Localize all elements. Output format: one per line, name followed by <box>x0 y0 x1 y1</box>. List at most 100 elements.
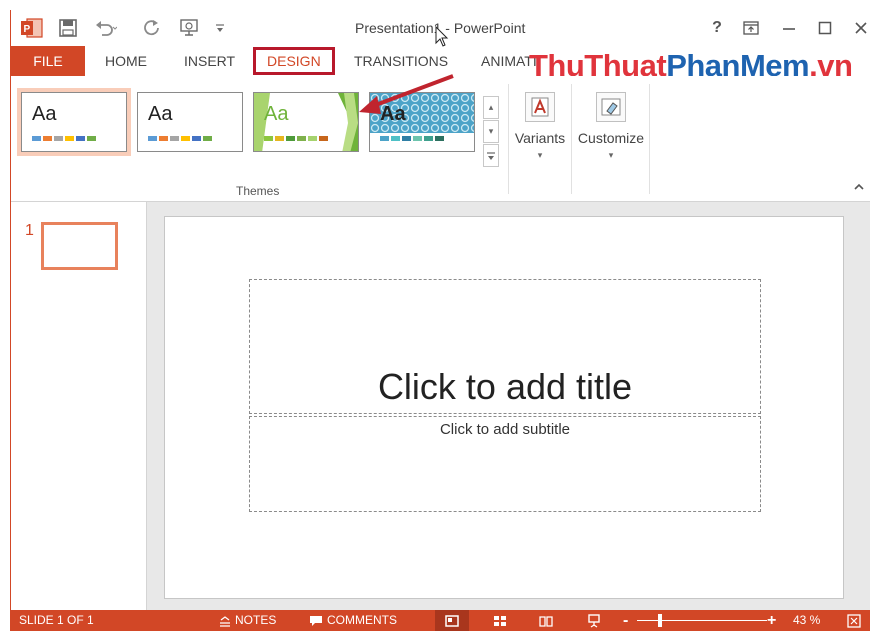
slideshow-view-icon <box>588 613 600 628</box>
more-icon <box>487 151 495 160</box>
close-icon <box>855 22 867 34</box>
mouse-cursor-icon <box>435 26 449 47</box>
theme-color-swatch <box>297 136 306 141</box>
ribbon-separator <box>571 84 572 194</box>
theme-color-swatch <box>319 136 328 141</box>
slide-thumbnail-pane: 1 <box>11 202 147 610</box>
zoom-level[interactable]: 43 % <box>793 610 820 631</box>
zoom-slider-thumb[interactable] <box>658 614 662 627</box>
status-bar: SLIDE 1 OF 1 NOTES COMMENTS - + 43 % <box>11 610 870 631</box>
maximize-button[interactable] <box>813 16 837 40</box>
qat-dropdown-icon <box>216 24 224 32</box>
variants-icon <box>525 92 555 122</box>
work-area: 1 Click to add title Click to add subtit… <box>11 202 870 610</box>
theme-color-swatch <box>308 136 317 141</box>
comments-icon <box>310 615 322 626</box>
maximize-icon <box>818 21 832 35</box>
customize-button[interactable]: Customize ▾ <box>574 86 648 161</box>
save-icon <box>59 19 77 37</box>
reading-view-icon <box>539 615 553 627</box>
title-placeholder[interactable]: Click to add title <box>249 279 761 414</box>
ribbon-display-icon <box>743 21 759 35</box>
subtitle-placeholder[interactable]: Click to add subtitle <box>249 416 761 512</box>
start-slideshow-button[interactable] <box>179 16 201 40</box>
annotation-arrow-icon <box>359 74 454 114</box>
theme-color-swatch <box>54 136 63 141</box>
theme-color-swatch <box>170 136 179 141</box>
tab-home[interactable]: HOME <box>105 46 147 76</box>
slideshow-view-button[interactable] <box>577 610 611 631</box>
slide-number: 1 <box>25 222 34 239</box>
theme-color-swatch <box>148 136 157 141</box>
save-button[interactable] <box>59 16 77 40</box>
theme-office-2[interactable]: Aa <box>137 92 243 152</box>
reading-view-button[interactable] <box>529 610 563 631</box>
theme-preview-text: Aa <box>148 103 173 125</box>
ribbon-separator <box>508 84 509 194</box>
title-placeholder-text: Click to add title <box>377 366 633 407</box>
theme-preview-text: Aa <box>264 103 289 125</box>
customize-icon <box>596 92 626 122</box>
theme-color-swatch <box>264 136 273 141</box>
minimize-icon <box>783 28 795 30</box>
slide-canvas[interactable]: Click to add title Click to add subtitle <box>164 216 844 599</box>
zoom-out-button[interactable]: - <box>623 610 628 631</box>
gallery-scroll-up-button[interactable]: ▴ <box>483 96 499 119</box>
theme-color-strip <box>148 136 212 141</box>
customize-label: Customize <box>577 130 645 146</box>
theme-color-strip <box>264 136 328 141</box>
slide-sorter-button[interactable] <box>483 610 517 631</box>
comments-label: COMMENTS <box>327 613 397 627</box>
themes-group-label: Themes <box>236 184 280 198</box>
gallery-scroll-down-button[interactable]: ▾ <box>483 120 499 143</box>
normal-view-icon <box>445 614 459 627</box>
theme-office[interactable]: Aa <box>21 92 127 152</box>
tab-insert[interactable]: INSERT <box>184 46 235 76</box>
notes-button[interactable]: NOTES <box>219 610 276 631</box>
notes-icon <box>220 615 230 627</box>
zoom-in-button[interactable]: + <box>767 610 776 631</box>
slide-sorter-icon <box>494 615 506 626</box>
fit-slide-button[interactable] <box>837 610 870 631</box>
powerpoint-logo-icon: P <box>21 18 43 38</box>
collapse-ribbon-icon[interactable] <box>853 182 865 192</box>
redo-button[interactable] <box>143 16 161 40</box>
theme-preview-text: Aa <box>32 103 57 125</box>
customize-qat-button[interactable] <box>215 16 225 40</box>
help-button[interactable]: ? <box>705 16 729 40</box>
notes-label: NOTES <box>235 613 277 627</box>
powerpoint-window: P Presentation1 - PowerPoint ? FILE HOME… <box>10 10 870 631</box>
minimize-button[interactable] <box>777 16 801 40</box>
tab-file[interactable]: FILE <box>11 46 85 76</box>
theme-color-swatch <box>65 136 74 141</box>
theme-color-swatch <box>203 136 212 141</box>
gallery-more-button[interactable] <box>483 144 499 167</box>
customize-dropdown-icon: ▾ <box>608 150 614 160</box>
slide-thumbnail[interactable] <box>41 222 118 270</box>
theme-color-swatch <box>76 136 85 141</box>
normal-view-button[interactable] <box>435 610 469 631</box>
subtitle-placeholder-text: Click to add subtitle <box>439 421 571 438</box>
theme-color-swatch <box>87 136 96 141</box>
comments-button[interactable]: COMMENTS <box>309 610 397 631</box>
theme-color-swatch <box>32 136 41 141</box>
theme-color-swatch <box>159 136 168 141</box>
zoom-slider-track[interactable] <box>637 620 767 621</box>
variants-dropdown-icon: ▾ <box>537 150 543 160</box>
undo-button[interactable] <box>95 16 117 40</box>
variants-glyph <box>531 97 549 117</box>
close-button[interactable] <box>849 16 870 40</box>
variants-button[interactable]: Variants ▾ <box>510 86 570 161</box>
slideshow-icon <box>180 19 198 36</box>
customize-glyph <box>601 98 621 116</box>
theme-color-strip <box>32 136 96 141</box>
redo-icon <box>144 20 159 36</box>
ribbon-display-options-button[interactable] <box>739 16 763 40</box>
svg-text:P: P <box>24 24 31 35</box>
theme-color-swatch <box>181 136 190 141</box>
ribbon-separator <box>649 84 650 194</box>
tab-design[interactable]: DESIGN <box>253 47 335 75</box>
theme-color-swatch <box>275 136 284 141</box>
theme-color-swatch <box>192 136 201 141</box>
undo-icon <box>96 21 117 36</box>
